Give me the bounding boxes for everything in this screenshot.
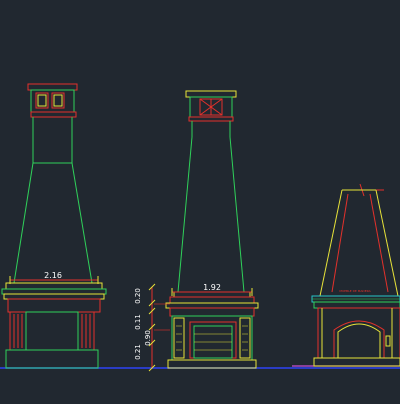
right-annotation: MUEBLE DE MADERA	[339, 289, 371, 293]
center-chimney-cap	[185, 90, 237, 98]
cad-drawing: 2.16 1.92 0.20 0.11 0.90 0.21 MUEBLE DE …	[0, 83, 400, 372]
dimension-vert-base: 0.21	[134, 344, 142, 360]
dimension-left-width: 2.16	[44, 271, 62, 280]
center-fireplace	[148, 90, 259, 372]
dimension-center-width: 1.92	[203, 283, 221, 292]
dimension-vert-body: 0.90	[144, 330, 152, 346]
left-fireplace	[1, 83, 107, 369]
right-fireplace	[311, 183, 400, 367]
cad-drawing-canvas[interactable]: 2.16 1.92 0.20 0.11 0.90 0.21 MUEBLE DE …	[0, 0, 400, 400]
left-chimney-cap	[27, 83, 78, 91]
dimension-vert-top: 0.20	[134, 288, 142, 304]
dimension-vert-mid: 0.11	[134, 314, 142, 330]
